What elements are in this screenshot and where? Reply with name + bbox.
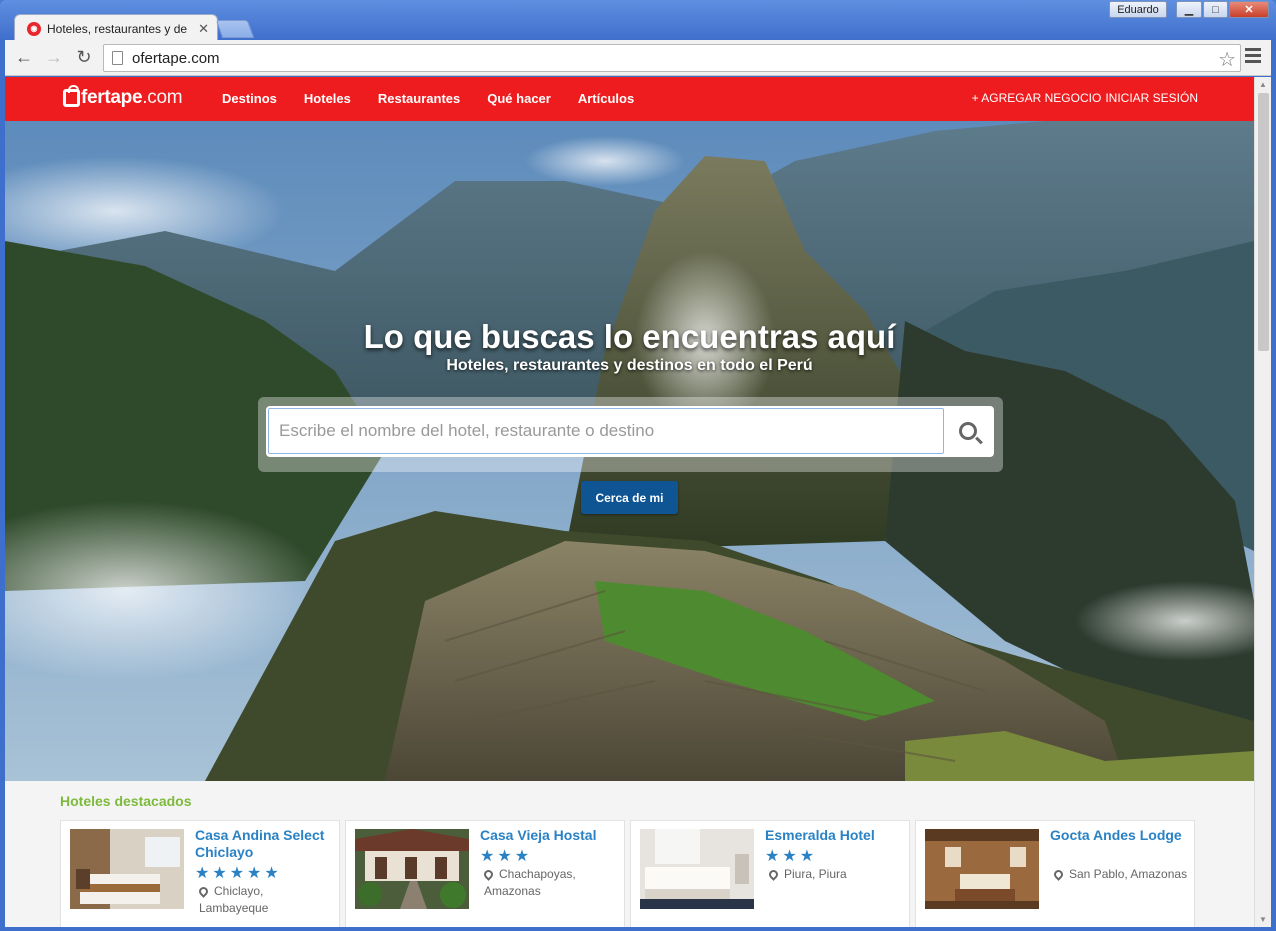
featured-hotels-list: Casa Andina Select Chiclayo ★★★★★ Chicla…	[60, 820, 1195, 927]
address-bar[interactable]: ofertape.com ☆	[103, 44, 1241, 72]
featured-hotels-title: Hoteles destacados	[60, 793, 192, 809]
search-input[interactable]	[268, 408, 944, 454]
scrollbar-thumb[interactable]	[1258, 93, 1269, 351]
bookmark-star-icon[interactable]: ☆	[1218, 47, 1236, 72]
nav-hoteles[interactable]: Hoteles	[304, 91, 351, 106]
hero-title: Lo que buscas lo encuentras aquí	[363, 318, 896, 355]
star-rating: ★★★	[480, 848, 533, 865]
url-text: ofertape.com	[132, 49, 220, 67]
hotel-location-text: Chiclayo, Lambayeque	[199, 884, 269, 915]
reload-icon[interactable]: ↻	[69, 43, 99, 73]
search-icon	[959, 422, 977, 440]
location-pin-icon	[482, 868, 495, 881]
logo-text: fertape	[81, 87, 143, 108]
site-header: fertape .com Destinos Hoteles Restaurante…	[5, 77, 1254, 121]
hotel-name[interactable]: Casa Vieja Hostal	[480, 827, 620, 844]
hero-subtitle: Hoteles, restaurantes y destinos en todo…	[446, 357, 813, 374]
login-link[interactable]: INICIAR SESIÓN	[1105, 91, 1198, 105]
location-pin-icon	[197, 885, 210, 898]
location-pin-icon	[1052, 868, 1065, 881]
hotel-photo[interactable]	[925, 829, 1039, 909]
profile-button[interactable]: Eduardo	[1109, 1, 1167, 18]
hotel-card[interactable]: Esmeralda Hotel ★★★ Piura, Piura	[630, 820, 910, 927]
back-arrow-icon[interactable]: ←	[9, 43, 39, 73]
hotel-name[interactable]: Esmeralda Hotel	[765, 827, 905, 844]
forward-arrow-icon[interactable]: →	[39, 43, 69, 73]
close-window-button[interactable]: ✕	[1229, 1, 1269, 18]
hotel-photo[interactable]	[70, 829, 184, 909]
location-pin-icon	[767, 868, 780, 881]
scroll-up-icon[interactable]: ▲	[1259, 80, 1267, 89]
search-button[interactable]	[948, 412, 988, 450]
nav-que-hacer[interactable]: Qué hacer	[487, 91, 551, 106]
scroll-down-icon[interactable]: ▼	[1259, 915, 1267, 924]
add-business-link[interactable]: + AGREGAR NEGOCIO	[972, 91, 1102, 105]
ofertape-favicon-icon: ◉	[27, 21, 41, 36]
hotel-card[interactable]: Gocta Andes Lodge San Pablo, Amazonas	[915, 820, 1195, 927]
page-icon	[112, 51, 123, 65]
hotel-card[interactable]: Casa Andina Select Chiclayo ★★★★★ Chicla…	[60, 820, 340, 927]
hotel-name[interactable]: Gocta Andes Lodge	[1050, 827, 1190, 844]
chrome-menu-icon[interactable]	[1245, 48, 1261, 68]
browser-window: ◉ Hoteles, restaurantes y de ✕ Eduardo ▁…	[0, 0, 1276, 931]
hotel-name[interactable]: Casa Andina Select Chiclayo	[195, 827, 335, 861]
hotel-location: Chiclayo, Lambayeque	[195, 883, 335, 917]
near-me-button[interactable]: Cerca de mi	[581, 481, 678, 514]
hotel-location-text: Chachapoyas, Amazonas	[484, 867, 576, 898]
title-bar: ◉ Hoteles, restaurantes y de ✕ Eduardo ▁…	[0, 0, 1276, 42]
site-logo[interactable]: fertape .com	[63, 85, 183, 109]
minimize-button[interactable]: ▁	[1176, 1, 1202, 18]
search-box	[266, 406, 994, 457]
tab-close-icon[interactable]: ✕	[198, 21, 209, 37]
shopping-bag-icon	[63, 85, 80, 107]
hotel-location: San Pablo, Amazonas	[1050, 866, 1190, 883]
hotel-location-text: San Pablo, Amazonas	[1069, 867, 1188, 881]
star-rating: ★★★★★	[195, 865, 282, 882]
hotel-location: Piura, Piura	[765, 866, 905, 883]
hotel-photo[interactable]	[355, 829, 469, 909]
nav-destinos[interactable]: Destinos	[222, 91, 277, 106]
new-tab-button[interactable]	[215, 20, 255, 38]
maximize-button[interactable]: □	[1203, 1, 1228, 18]
search-panel	[258, 397, 1003, 472]
hotel-location-text: Piura, Piura	[784, 867, 847, 881]
hero-banner: Lo que buscas lo encuentras aquí Hoteles…	[5, 121, 1254, 781]
page-viewport: fertape .com Destinos Hoteles Restaurante…	[5, 77, 1271, 927]
header-actions: + AGREGAR NEGOCIO INICIAR SESIÓN	[972, 91, 1198, 105]
main-nav: Destinos Hoteles Restaurantes Qué hacer …	[222, 91, 661, 106]
star-rating: ★★★	[765, 848, 818, 865]
tab-title: Hoteles, restaurantes y de	[47, 21, 188, 36]
nav-restaurantes[interactable]: Restaurantes	[378, 91, 460, 106]
vertical-scrollbar[interactable]: ▲ ▼	[1254, 77, 1271, 927]
hotel-location: Chachapoyas, Amazonas	[480, 866, 620, 900]
hotel-card[interactable]: Casa Vieja Hostal ★★★ Chachapoyas, Amazo…	[345, 820, 625, 927]
nav-articulos[interactable]: Artículos	[578, 91, 634, 106]
browser-tab[interactable]: ◉ Hoteles, restaurantes y de ✕	[14, 14, 218, 42]
hotel-photo[interactable]	[640, 829, 754, 909]
logo-domain: .com	[142, 87, 183, 108]
browser-toolbar: ← → ↻ ofertape.com ☆	[5, 40, 1271, 76]
